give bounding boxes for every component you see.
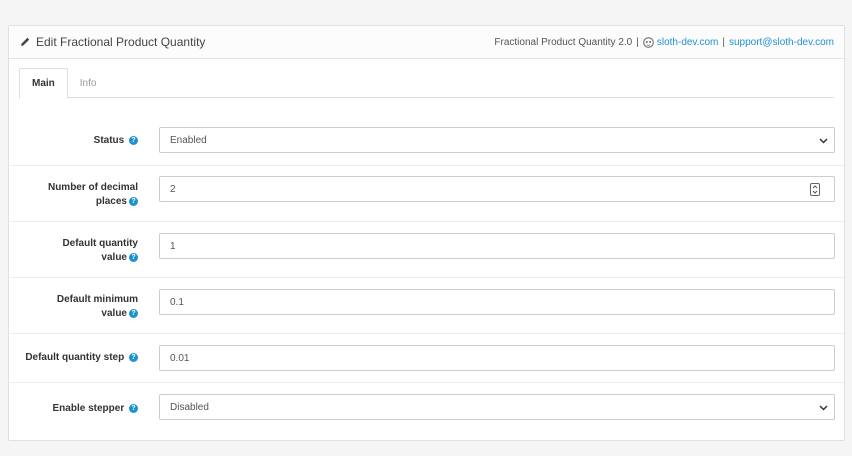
quantity-step-label: Default quantity step ?	[20, 351, 138, 365]
help-icon[interactable]: ?	[129, 308, 138, 318]
default-quantity-label-line2: value	[101, 252, 127, 263]
decimal-places-input[interactable]: 2	[159, 176, 835, 202]
form-row-default-quantity: Default quantity value? 1	[10, 221, 844, 277]
help-icon[interactable]: ?	[129, 135, 138, 145]
form-row-status: Status ? Enabled	[10, 117, 844, 165]
decimal-places-value: 2	[170, 183, 176, 195]
sloth-icon	[643, 36, 654, 48]
default-quantity-label-line1: Default quantity	[62, 238, 138, 249]
chevron-down-icon	[819, 405, 828, 411]
module-panel: Edit Fractional Product Quantity Fractio…	[8, 25, 845, 441]
quantity-step-value: 0.01	[170, 352, 190, 364]
enable-stepper-value: Disabled	[170, 401, 209, 413]
pencil-icon	[21, 37, 30, 46]
decimal-places-label-line1: Number of decimal	[47, 182, 138, 193]
form-row-default-minimum: Default minimum value? 0.1	[10, 277, 844, 333]
help-icon[interactable]: ?	[129, 352, 138, 362]
quantity-step-input[interactable]: 0.01	[159, 345, 835, 371]
page-title: Edit Fractional Product Quantity	[36, 35, 206, 49]
form-row-enable-stepper: Enable stepper ? Disabled	[10, 382, 844, 440]
quantity-step-label-text: Default quantity step	[25, 352, 125, 363]
enable-stepper-label-text: Enable stepper	[52, 403, 125, 414]
default-quantity-label: Default quantity value?	[20, 237, 138, 265]
status-label: Status ?	[20, 134, 138, 148]
site-link[interactable]: sloth-dev.com	[657, 37, 719, 48]
separator: |	[636, 36, 639, 48]
default-quantity-input[interactable]: 1	[159, 233, 835, 259]
form-row-decimal-places: Number of decimal places? 2	[10, 165, 844, 221]
enable-stepper-select[interactable]: Disabled	[159, 394, 835, 420]
enable-stepper-label: Enable stepper ?	[20, 402, 138, 416]
default-quantity-value: 1	[170, 240, 176, 252]
status-value: Enabled	[170, 134, 207, 146]
default-minimum-label-line1: Default minimum	[56, 294, 138, 305]
status-select[interactable]: Enabled	[159, 127, 835, 153]
support-email-link[interactable]: support@sloth-dev.com	[729, 37, 834, 48]
panel-heading: Edit Fractional Product Quantity Fractio…	[9, 26, 844, 59]
default-minimum-input[interactable]: 0.1	[159, 289, 835, 315]
decimal-places-label: Number of decimal places?	[20, 181, 138, 209]
form-row-quantity-step: Default quantity step ? 0.01	[10, 333, 844, 382]
module-version: Fractional Product Quantity 2.0	[494, 36, 633, 48]
separator: |	[722, 36, 725, 48]
tab-bar: Main Info	[19, 68, 834, 99]
default-minimum-label-line2: value	[101, 308, 127, 319]
decimal-places-label-line2: places	[95, 196, 127, 207]
tab-main[interactable]: Main	[19, 68, 68, 99]
chevron-down-icon	[819, 138, 828, 144]
default-minimum-value: 0.1	[170, 296, 184, 308]
tab-info[interactable]: Info	[68, 68, 109, 98]
help-icon[interactable]: ?	[129, 403, 138, 413]
panel-title: Edit Fractional Product Quantity	[19, 35, 205, 49]
status-label-text: Status	[93, 135, 125, 146]
default-minimum-label: Default minimum value?	[20, 293, 138, 321]
number-stepper-icon[interactable]	[810, 183, 820, 196]
help-icon[interactable]: ?	[129, 252, 138, 262]
help-icon[interactable]: ?	[129, 196, 138, 206]
module-info: Fractional Product Quantity 2.0 | sloth-…	[494, 37, 834, 48]
